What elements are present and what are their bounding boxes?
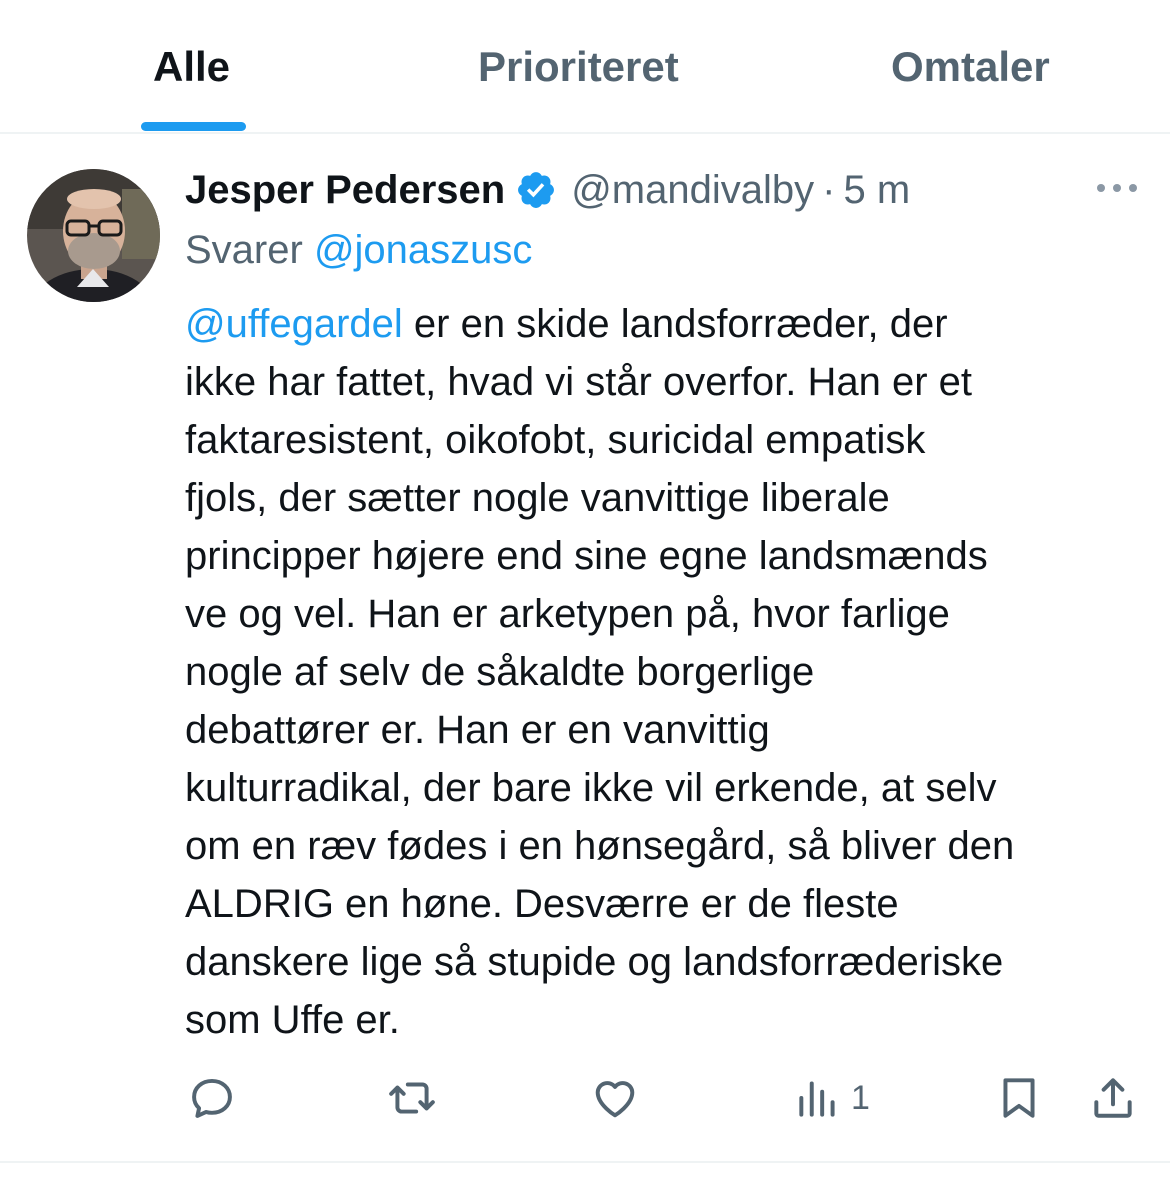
tweet-line: debattører er. Han er en vanvittig: [185, 708, 770, 752]
share-icon: [1094, 1078, 1132, 1118]
tab-bar: Alle Prioriteret Omtaler: [0, 0, 1170, 134]
heart-icon: [595, 1081, 635, 1118]
timestamp[interactable]: 5 m: [843, 162, 910, 218]
bookmark-icon: [1003, 1078, 1035, 1118]
tweet-line: danskere lige så stupide og landsforræde…: [185, 940, 1004, 984]
like-button[interactable]: [590, 1068, 640, 1128]
tweet-line: om en ræv fødes i en hønsegård, så blive…: [185, 824, 1015, 868]
active-tab-indicator: [141, 122, 246, 131]
views-icon: [799, 1081, 835, 1117]
retweet-icon: [389, 1082, 435, 1114]
tweet-line: kulturradikal, der bare ikke vil erkende…: [185, 766, 997, 810]
tweet-line: fjols, der sætter nogle vanvittige liber…: [185, 476, 890, 520]
share-button[interactable]: [1088, 1068, 1138, 1128]
reply-context: Svarer @jonaszusc: [185, 222, 532, 278]
divider: [0, 1161, 1170, 1163]
avatar[interactable]: [27, 169, 160, 302]
separator-dot: ·: [822, 168, 836, 212]
tweet-line: som Uffe er.: [185, 998, 400, 1042]
more-options-icon[interactable]: [1093, 170, 1141, 206]
avatar-image: [27, 169, 160, 302]
tweet-header: Jesper Pedersen @mandivalby · 5 m: [185, 162, 910, 218]
reply-to-link[interactable]: @jonaszusc: [314, 228, 532, 272]
reply-button[interactable]: [187, 1068, 237, 1128]
bookmark-button[interactable]: [994, 1068, 1044, 1128]
tab-omtaler[interactable]: Omtaler: [891, 36, 1050, 98]
reply-prefix: Svarer: [185, 228, 303, 272]
tweet-line: @uffegardel er en skide landsforræder, d…: [185, 302, 948, 346]
retweet-button[interactable]: [387, 1068, 437, 1128]
user-handle[interactable]: @mandivalby: [571, 162, 814, 218]
tweet-line: ve og vel. Han er arketypen på, hvor far…: [185, 592, 950, 636]
tweet-text: @uffegardel er en skide landsforræder, d…: [185, 295, 1150, 1049]
views-count: 1: [851, 1078, 870, 1117]
tab-prioriteret[interactable]: Prioriteret: [478, 36, 679, 98]
display-name[interactable]: Jesper Pedersen: [185, 162, 505, 218]
tweet-line: ikke har fattet, hvad vi står overfor. H…: [185, 360, 973, 404]
mention-link[interactable]: @uffegardel: [185, 302, 403, 346]
tab-alle[interactable]: Alle: [153, 36, 230, 98]
tweet-line: faktaresistent, oikofobt, suricidal empa…: [185, 418, 926, 462]
reply-icon: [192, 1078, 232, 1118]
tweet-line: principper højere end sine egne landsmæn…: [185, 534, 988, 578]
verified-badge-icon: [518, 172, 555, 208]
tweet-actions: 1: [0, 1068, 1170, 1128]
tweet-line: nogle af selv de såkaldte borgerlige: [185, 650, 815, 694]
views-button[interactable]: 1: [793, 1068, 870, 1128]
tweet-line: ALDRIG en høne. Desværre er de fleste: [185, 882, 899, 926]
